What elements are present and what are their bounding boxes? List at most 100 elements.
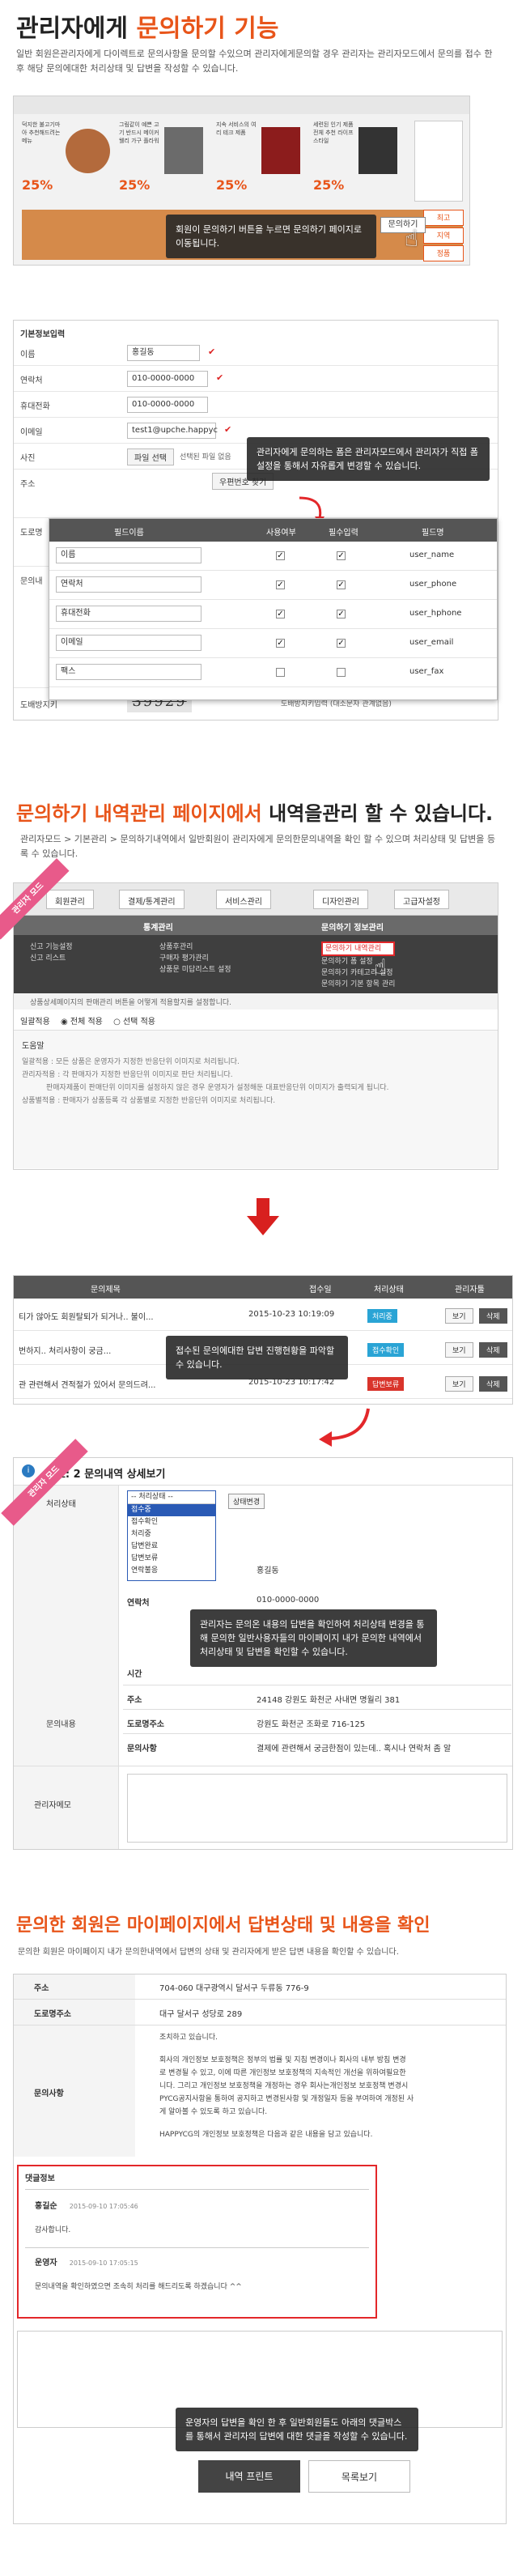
radio-option-all[interactable]: ◉ 전체 적용 [61, 1018, 103, 1027]
memo-textarea[interactable] [127, 1774, 507, 1843]
title-accent: 문의하기 기능 [136, 15, 279, 43]
content-label: 문의사항 [34, 2089, 64, 2098]
row-title[interactable]: 티가 않아도 회원탈퇴가 되거나.. 불이... [19, 1310, 154, 1322]
product-card[interactable]: 덕지한 불고기마아 추천해드려는 메뉴 25% [22, 121, 112, 202]
phone-value: 010-0000-0000 [257, 1596, 320, 1605]
dropdown-option[interactable]: 연락불응 [128, 1565, 215, 1577]
field-label: 이름 [20, 351, 36, 359]
table-body: 이름 ✓ ✓ user_name 연락처 ✓ ✓ user_phone 휴대전화… [49, 542, 497, 695]
divider [25, 2247, 369, 2248]
table-row: 이름 ✓ ✓ user_name [49, 542, 497, 571]
dropdown-option[interactable]: 답변보류 [128, 1553, 215, 1565]
dropdown-option[interactable]: 접수중 [128, 1504, 215, 1516]
name-input[interactable]: 홍길동 [127, 345, 200, 361]
help-title: 도움말 [22, 1042, 45, 1051]
field-name-input[interactable]: 연락처 [56, 576, 201, 593]
column-header: 필수입력 [329, 529, 358, 538]
addr-value: 24148 강원도 화천군 사내면 명월리 381 [257, 1696, 401, 1705]
comment-box: 댓글정보 홍길순 2015-09-10 17:05:46 감사합니다. 운영자 … [17, 2165, 377, 2319]
menu-item[interactable]: 상품후관리 [159, 942, 231, 953]
tab-design[interactable]: 디자인관리 [313, 890, 368, 909]
status-change-button[interactable]: 상태변경 [228, 1494, 265, 1509]
menu-item[interactable]: 상품문 미답리스트 설정 [159, 964, 231, 976]
product-title: 그림같이 예쁜 고기 반드시 메이커 웰리 가구 플라워 [119, 121, 159, 144]
view-button[interactable]: 보기 [445, 1308, 473, 1324]
admin-note: 상품상세페이지의 판매관리 버튼을 어떻게 적용할지를 설정합니다. [14, 993, 498, 1010]
view-button[interactable]: 보기 [445, 1376, 473, 1392]
help-line: 판매자제품이 판매단위 이미지를 설정하지 않은 경우 운영자가 설정해둔 대표… [46, 1084, 389, 1092]
menu-item-inquiry-history[interactable]: 문의하기 내역관리 [321, 942, 396, 956]
product-discount: 25% [119, 177, 151, 193]
product-discount: 25% [22, 177, 53, 193]
comment-text: 감사합니다. [35, 2226, 71, 2234]
use-checkbox[interactable]: ✓ [276, 551, 285, 560]
menu-item[interactable]: 신고 기능설정 [30, 942, 73, 953]
required-checkbox[interactable] [337, 668, 346, 677]
inquiry-button[interactable]: 문의하기 [380, 217, 426, 233]
delete-button[interactable]: 삭제 [479, 1376, 507, 1392]
view-button[interactable]: 보기 [445, 1342, 473, 1358]
field-name-input[interactable]: 휴대전화 [56, 606, 201, 622]
field-label: 이메일 [20, 428, 43, 437]
product-card[interactable]: 그림같이 예쁜 고기 반드시 메이커 웰리 가구 플라워 25% [119, 121, 210, 202]
phone-input[interactable]: 010-0000-0000 [127, 371, 208, 387]
status-dropdown[interactable]: -- 처리상태 -- 접수중 접수확인 처리중 답변완료 답변보류 연락불응 [127, 1490, 216, 1581]
dropdown-option[interactable]: 접수확인 [128, 1516, 215, 1528]
comment-item: 운영자 2015-09-10 17:05:15 문의내역을 확인하였으면 조속히… [35, 2255, 242, 2291]
product-image [164, 127, 203, 174]
product-card[interactable]: 세련된 인기 제품 전체 추천 라이프스타일 25% [313, 121, 404, 202]
list-button[interactable]: 목록보기 [308, 2460, 410, 2493]
tab-member[interactable]: 회원관리 [46, 890, 94, 909]
menu-item[interactable]: 구매자 평가관리 [159, 953, 231, 964]
admin-tabs: 회원관리 결제/통계관리 서비스관리 디자인관리 고급자설정 [14, 883, 498, 916]
use-checkbox[interactable]: ✓ [276, 580, 285, 589]
required-checkbox[interactable]: ✓ [337, 610, 346, 618]
title-dark: 내역을관리 할 수 있습니다. [269, 802, 494, 825]
menu-item[interactable]: 신고 리스트 [30, 953, 73, 964]
email-input[interactable]: test1@upche.happyc [127, 423, 218, 439]
delete-button[interactable]: 삭제 [479, 1308, 507, 1324]
comment-text: 문의내역을 확인하였으면 조속히 처리를 해드리도록 하겠습니다 ^^ [35, 2283, 242, 2291]
top-bar [14, 96, 469, 114]
table-row[interactable]: 티가 않아도 회원탈퇴가 되거나.. 불이... 2015-10-23 10:1… [14, 1299, 512, 1331]
hand-cursor-icon: ☝ [405, 225, 419, 252]
radio-text: 전체 적용 [70, 1018, 103, 1027]
use-checkbox[interactable]: ✓ [276, 610, 285, 618]
content-line: 로 변경될 수 있고, 이에 따른 개인정보 보호정책의 지속적인 개선을 위하… [159, 2069, 406, 2077]
file-select-button[interactable]: 파일 선택 [127, 448, 174, 465]
column-header: 접수일 [309, 1286, 332, 1294]
use-checkbox[interactable]: ✓ [276, 639, 285, 648]
use-checkbox[interactable] [276, 668, 285, 677]
column-header: 필드이름 [114, 529, 144, 538]
info-icon: i [22, 1464, 35, 1477]
product-list: 덕지한 불고기마아 추천해드려는 메뉴 25% 그림같이 예쁜 고기 반드시 메… [22, 121, 410, 202]
product-card[interactable]: 지속 서비스의 여리 테크 제품 25% [216, 121, 307, 202]
field-name-input[interactable]: 팩스 [56, 664, 201, 680]
print-button[interactable]: 내역 프린트 [198, 2460, 300, 2493]
memo-label: 관리자메모 [34, 1801, 71, 1810]
form-header: 기본정보입력 [20, 330, 66, 339]
field-name-input[interactable]: 이메일 [56, 635, 201, 651]
menu-bar: 통계관리 문의하기 정보관리 [14, 916, 498, 935]
dropdown-option[interactable]: 답변완료 [128, 1541, 215, 1553]
required-checkbox[interactable]: ✓ [337, 551, 346, 560]
row-title[interactable]: 관 관련해서 견적절가 있어서 문의드려... [19, 1378, 155, 1390]
mobile-input[interactable]: 010-0000-0000 [127, 397, 208, 413]
content-value: 결제에 관련해서 궁금한점이 있는데.. 혹시나 연락처 좀 알 [257, 1745, 452, 1753]
delete-button[interactable]: 삭제 [479, 1342, 507, 1358]
radio-option-select[interactable]: ○ 선택 적용 [113, 1018, 155, 1027]
product-title: 덕지한 불고기마아 추천해드려는 메뉴 [22, 121, 61, 144]
dropdown-option[interactable]: -- 처리상태 -- [128, 1491, 215, 1504]
tab-advanced[interactable]: 고급자설정 [394, 890, 449, 909]
required-checkbox[interactable]: ✓ [337, 639, 346, 648]
field-name-input[interactable]: 이름 [56, 547, 201, 563]
row-title[interactable]: 번하지.. 처리사항이 궁금... [19, 1344, 111, 1356]
dropdown-option[interactable]: 처리중 [128, 1528, 215, 1541]
required-checkbox[interactable]: ✓ [337, 580, 346, 589]
hand-cursor-icon: ☝ [374, 955, 387, 980]
tab-service[interactable]: 서비스관리 [216, 890, 271, 909]
section2-description: 관리자모드 > 기본관리 > 문의하기내역에서 일반회원이 관리자에게 문의한문… [20, 834, 495, 859]
menu-item[interactable]: 문의하기 기본 항목 관리 [321, 979, 395, 990]
tab-payment[interactable]: 결제/통계관리 [119, 890, 185, 909]
radio-label: 일괄적용 [20, 1018, 50, 1027]
